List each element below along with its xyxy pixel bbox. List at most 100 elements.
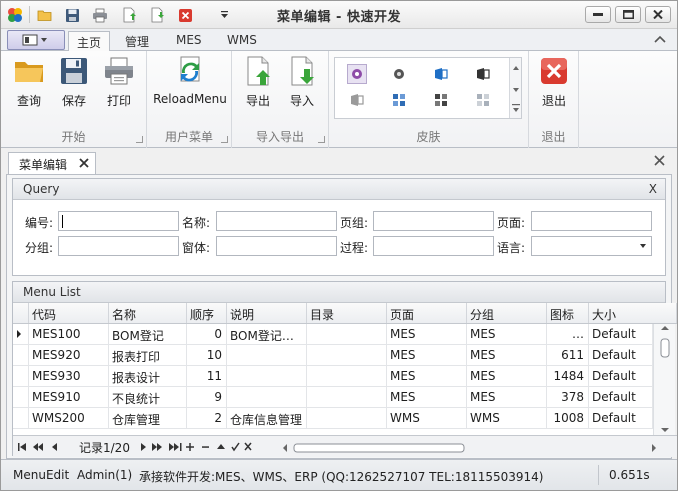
cell-code[interactable]: MES920 bbox=[29, 345, 109, 365]
skin-blocks-dark-icon[interactable] bbox=[431, 90, 451, 110]
skin-office-purple-icon[interactable] bbox=[347, 64, 367, 84]
cell-size[interactable]: Default bbox=[589, 408, 653, 428]
cell-size[interactable]: Default bbox=[589, 387, 653, 407]
skin-blocks-light-icon[interactable] bbox=[473, 90, 493, 110]
cell-page[interactable]: WMS bbox=[387, 408, 467, 428]
cell-code[interactable]: MES910 bbox=[29, 387, 109, 407]
cell-group[interactable]: MES bbox=[467, 345, 547, 365]
cell-desc[interactable] bbox=[227, 366, 307, 386]
grid-vertical-scrollbar[interactable] bbox=[653, 324, 675, 435]
cell-icon[interactable]: 611 bbox=[547, 345, 589, 365]
application-menu-button[interactable] bbox=[7, 30, 65, 50]
skin-gallery-scroll[interactable] bbox=[509, 58, 521, 118]
table-row[interactable]: MES920 报表打印 10 MES MES 611 Default bbox=[13, 345, 653, 366]
cell-page[interactable]: MES bbox=[387, 345, 467, 365]
group-input[interactable] bbox=[58, 236, 179, 256]
table-row[interactable]: MES930 报表设计 11 MES MES 1484 Default bbox=[13, 366, 653, 387]
cell-icon[interactable]: 1008 bbox=[547, 408, 589, 428]
column-header-name[interactable]: 名称 bbox=[109, 303, 187, 323]
cell-size[interactable]: Default bbox=[589, 366, 653, 386]
cell-name[interactable]: 不良统计 bbox=[109, 387, 187, 407]
procedure-input[interactable] bbox=[373, 236, 494, 256]
cell-group[interactable]: MES bbox=[467, 366, 547, 386]
print-button[interactable]: 打印 bbox=[99, 55, 139, 113]
column-header-icon[interactable]: 图标 bbox=[547, 303, 589, 323]
skin-office-gray-icon[interactable] bbox=[347, 90, 367, 110]
close-all-tabs-icon[interactable] bbox=[654, 155, 665, 166]
cell-name[interactable]: 报表打印 bbox=[109, 345, 187, 365]
tab-mes[interactable]: MES bbox=[168, 31, 210, 52]
column-header-group[interactable]: 分组 bbox=[467, 303, 547, 323]
cell-order[interactable]: 2 bbox=[187, 408, 227, 428]
skin-blocks-blue-icon[interactable] bbox=[389, 90, 409, 110]
cell-name[interactable]: BOM登记 bbox=[109, 324, 187, 344]
column-header-order[interactable]: 顺序 bbox=[187, 303, 227, 323]
skin-office-blue-icon[interactable] bbox=[431, 64, 451, 84]
cell-dir[interactable] bbox=[307, 387, 387, 407]
cell-dir[interactable] bbox=[307, 408, 387, 428]
page-input[interactable] bbox=[531, 211, 652, 231]
tab-wms[interactable]: WMS bbox=[219, 31, 265, 52]
export-button[interactable]: 导出 bbox=[238, 55, 278, 113]
cell-desc[interactable]: 仓库信息管理 bbox=[227, 408, 307, 428]
exit-button[interactable]: 退出 bbox=[534, 55, 574, 113]
cell-group[interactable]: MES bbox=[467, 324, 547, 344]
cell-code[interactable]: WMS200 bbox=[29, 408, 109, 428]
grid-horizontal-scrollbar[interactable] bbox=[282, 442, 658, 453]
query-button[interactable]: 查询 bbox=[9, 55, 49, 113]
cell-size[interactable]: Default bbox=[589, 345, 653, 365]
name-input[interactable] bbox=[216, 211, 337, 231]
table-row[interactable]: MES100 BOM登记 0 BOM登记… MES MES … Default bbox=[13, 324, 653, 345]
group-launcher-icon[interactable] bbox=[221, 136, 228, 143]
cell-dir[interactable] bbox=[307, 324, 387, 344]
minimize-button[interactable] bbox=[585, 6, 611, 23]
cell-icon[interactable]: 1484 bbox=[547, 366, 589, 386]
cell-dir[interactable] bbox=[307, 366, 387, 386]
cell-name[interactable]: 仓库管理 bbox=[109, 408, 187, 428]
cell-desc[interactable] bbox=[227, 345, 307, 365]
maximize-button[interactable] bbox=[615, 6, 641, 23]
cell-icon[interactable]: … bbox=[547, 324, 589, 344]
import-button[interactable]: 导入 bbox=[282, 55, 322, 113]
cell-group[interactable]: MES bbox=[467, 387, 547, 407]
cell-page[interactable]: MES bbox=[387, 324, 467, 344]
tab-home[interactable]: 主页 bbox=[68, 31, 111, 53]
form-input[interactable] bbox=[216, 236, 337, 256]
cell-order[interactable]: 11 bbox=[187, 366, 227, 386]
cell-desc[interactable] bbox=[227, 387, 307, 407]
skin-office-dark-icon[interactable] bbox=[389, 64, 409, 84]
cell-group[interactable]: WMS bbox=[467, 408, 547, 428]
cell-code[interactable]: MES930 bbox=[29, 366, 109, 386]
save-button[interactable]: 保存 bbox=[54, 55, 94, 113]
code-input[interactable] bbox=[58, 211, 179, 231]
cell-order[interactable]: 0 bbox=[187, 324, 227, 344]
close-window-button[interactable] bbox=[645, 6, 671, 23]
tab-manage[interactable]: 管理 bbox=[117, 31, 157, 52]
column-header-dir[interactable]: 目录 bbox=[307, 303, 387, 323]
table-row[interactable]: MES910 不良统计 9 MES MES 378 Default bbox=[13, 387, 653, 408]
table-row[interactable]: WMS200 仓库管理 2 仓库信息管理 WMS WMS 1008 Defaul… bbox=[13, 408, 653, 429]
cell-name[interactable]: 报表设计 bbox=[109, 366, 187, 386]
nav-first-prev-icon[interactable] bbox=[17, 441, 73, 453]
language-select[interactable] bbox=[531, 236, 652, 256]
group-launcher-icon[interactable] bbox=[136, 136, 143, 143]
cell-order[interactable]: 10 bbox=[187, 345, 227, 365]
cell-desc[interactable]: BOM登记… bbox=[227, 324, 307, 344]
close-tab-icon[interactable] bbox=[79, 158, 89, 168]
cell-size[interactable]: Default bbox=[589, 324, 653, 344]
skin-office-black-icon[interactable] bbox=[473, 64, 493, 84]
doc-tab-menu-edit[interactable]: 菜单编辑 bbox=[8, 152, 96, 174]
collapse-ribbon-icon[interactable] bbox=[653, 33, 667, 45]
query-panel-close[interactable]: X bbox=[649, 182, 657, 196]
cell-page[interactable]: MES bbox=[387, 366, 467, 386]
cell-order[interactable]: 9 bbox=[187, 387, 227, 407]
column-header-code[interactable]: 代码 bbox=[29, 303, 109, 323]
nav-actions-icon[interactable] bbox=[139, 441, 279, 453]
cell-icon[interactable]: 378 bbox=[547, 387, 589, 407]
cell-page[interactable]: MES bbox=[387, 387, 467, 407]
column-header-size[interactable]: 大小 bbox=[589, 303, 677, 323]
column-header-desc[interactable]: 说明 bbox=[227, 303, 307, 323]
column-header-page[interactable]: 页面 bbox=[387, 303, 467, 323]
page-group-input[interactable] bbox=[373, 211, 494, 231]
group-launcher-icon[interactable] bbox=[318, 136, 325, 143]
